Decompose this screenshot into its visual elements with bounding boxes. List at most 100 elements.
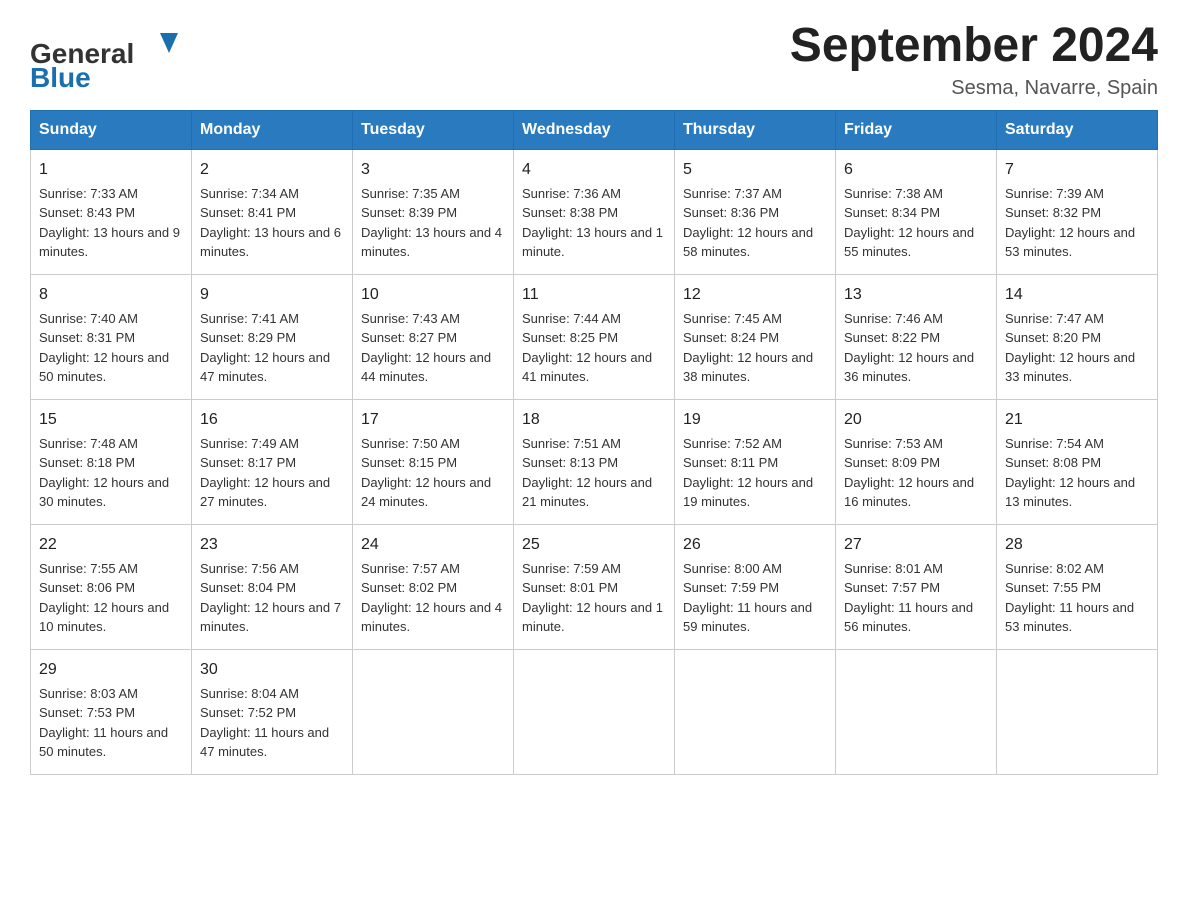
day-number: 23 [200, 533, 344, 557]
day-info: Sunrise: 8:02 AMSunset: 7:55 PMDaylight:… [1005, 559, 1149, 637]
calendar-cell: 16Sunrise: 7:49 AMSunset: 8:17 PMDayligh… [192, 399, 353, 524]
calendar-subtitle: Sesma, Navarre, Spain [790, 77, 1158, 100]
calendar-cell: 5Sunrise: 7:37 AMSunset: 8:36 PMDaylight… [675, 149, 836, 274]
day-number: 27 [844, 533, 988, 557]
day-number: 16 [200, 408, 344, 432]
calendar-week-row: 22Sunrise: 7:55 AMSunset: 8:06 PMDayligh… [31, 524, 1158, 649]
day-info: Sunrise: 7:40 AMSunset: 8:31 PMDaylight:… [39, 309, 183, 387]
day-number: 11 [522, 283, 666, 307]
weekday-header-friday: Friday [836, 110, 997, 149]
day-number: 18 [522, 408, 666, 432]
calendar-cell: 10Sunrise: 7:43 AMSunset: 8:27 PMDayligh… [353, 274, 514, 399]
day-number: 1 [39, 158, 183, 182]
day-info: Sunrise: 7:37 AMSunset: 8:36 PMDaylight:… [683, 184, 827, 262]
weekday-header-monday: Monday [192, 110, 353, 149]
calendar-cell: 20Sunrise: 7:53 AMSunset: 8:09 PMDayligh… [836, 399, 997, 524]
day-number: 22 [39, 533, 183, 557]
weekday-header-row: SundayMondayTuesdayWednesdayThursdayFrid… [31, 110, 1158, 149]
calendar-cell: 22Sunrise: 7:55 AMSunset: 8:06 PMDayligh… [31, 524, 192, 649]
calendar-cell: 29Sunrise: 8:03 AMSunset: 7:53 PMDayligh… [31, 649, 192, 774]
calendar-cell: 14Sunrise: 7:47 AMSunset: 8:20 PMDayligh… [997, 274, 1158, 399]
day-number: 12 [683, 283, 827, 307]
calendar-cell: 9Sunrise: 7:41 AMSunset: 8:29 PMDaylight… [192, 274, 353, 399]
day-info: Sunrise: 7:51 AMSunset: 8:13 PMDaylight:… [522, 434, 666, 512]
day-number: 5 [683, 158, 827, 182]
day-number: 9 [200, 283, 344, 307]
day-info: Sunrise: 7:33 AMSunset: 8:43 PMDaylight:… [39, 184, 183, 262]
calendar-cell: 3Sunrise: 7:35 AMSunset: 8:39 PMDaylight… [353, 149, 514, 274]
day-info: Sunrise: 7:47 AMSunset: 8:20 PMDaylight:… [1005, 309, 1149, 387]
day-number: 3 [361, 158, 505, 182]
calendar-cell: 2Sunrise: 7:34 AMSunset: 8:41 PMDaylight… [192, 149, 353, 274]
weekday-header-thursday: Thursday [675, 110, 836, 149]
calendar-week-row: 29Sunrise: 8:03 AMSunset: 7:53 PMDayligh… [31, 649, 1158, 774]
day-number: 28 [1005, 533, 1149, 557]
title-section: September 2024 Sesma, Navarre, Spain [790, 20, 1158, 100]
calendar-cell: 4Sunrise: 7:36 AMSunset: 8:38 PMDaylight… [514, 149, 675, 274]
day-number: 19 [683, 408, 827, 432]
day-info: Sunrise: 7:39 AMSunset: 8:32 PMDaylight:… [1005, 184, 1149, 262]
day-number: 26 [683, 533, 827, 557]
calendar-cell: 8Sunrise: 7:40 AMSunset: 8:31 PMDaylight… [31, 274, 192, 399]
day-info: Sunrise: 7:57 AMSunset: 8:02 PMDaylight:… [361, 559, 505, 637]
calendar-cell: 19Sunrise: 7:52 AMSunset: 8:11 PMDayligh… [675, 399, 836, 524]
day-info: Sunrise: 7:55 AMSunset: 8:06 PMDaylight:… [39, 559, 183, 637]
calendar-cell: 15Sunrise: 7:48 AMSunset: 8:18 PMDayligh… [31, 399, 192, 524]
logo: General Blue [30, 25, 190, 95]
day-number: 4 [522, 158, 666, 182]
calendar-cell [997, 649, 1158, 774]
day-number: 10 [361, 283, 505, 307]
day-info: Sunrise: 7:34 AMSunset: 8:41 PMDaylight:… [200, 184, 344, 262]
day-number: 17 [361, 408, 505, 432]
calendar-cell: 21Sunrise: 7:54 AMSunset: 8:08 PMDayligh… [997, 399, 1158, 524]
calendar-table: SundayMondayTuesdayWednesdayThursdayFrid… [30, 110, 1158, 775]
day-number: 8 [39, 283, 183, 307]
calendar-cell: 11Sunrise: 7:44 AMSunset: 8:25 PMDayligh… [514, 274, 675, 399]
day-number: 2 [200, 158, 344, 182]
calendar-week-row: 15Sunrise: 7:48 AMSunset: 8:18 PMDayligh… [31, 399, 1158, 524]
day-info: Sunrise: 7:59 AMSunset: 8:01 PMDaylight:… [522, 559, 666, 637]
page-header: General Blue September 2024 Sesma, Navar… [30, 20, 1158, 100]
page-container: General Blue September 2024 Sesma, Navar… [0, 0, 1188, 805]
calendar-week-row: 1Sunrise: 7:33 AMSunset: 8:43 PMDaylight… [31, 149, 1158, 274]
calendar-cell: 23Sunrise: 7:56 AMSunset: 8:04 PMDayligh… [192, 524, 353, 649]
weekday-header-wednesday: Wednesday [514, 110, 675, 149]
day-number: 30 [200, 658, 344, 682]
day-number: 7 [1005, 158, 1149, 182]
day-info: Sunrise: 7:36 AMSunset: 8:38 PMDaylight:… [522, 184, 666, 262]
day-info: Sunrise: 7:49 AMSunset: 8:17 PMDaylight:… [200, 434, 344, 512]
day-number: 21 [1005, 408, 1149, 432]
calendar-title: September 2024 [790, 20, 1158, 73]
day-info: Sunrise: 7:45 AMSunset: 8:24 PMDaylight:… [683, 309, 827, 387]
svg-text:Blue: Blue [30, 62, 91, 93]
day-info: Sunrise: 7:52 AMSunset: 8:11 PMDaylight:… [683, 434, 827, 512]
day-info: Sunrise: 7:48 AMSunset: 8:18 PMDaylight:… [39, 434, 183, 512]
calendar-cell [514, 649, 675, 774]
calendar-cell: 30Sunrise: 8:04 AMSunset: 7:52 PMDayligh… [192, 649, 353, 774]
calendar-cell: 28Sunrise: 8:02 AMSunset: 7:55 PMDayligh… [997, 524, 1158, 649]
day-info: Sunrise: 7:41 AMSunset: 8:29 PMDaylight:… [200, 309, 344, 387]
day-info: Sunrise: 7:44 AMSunset: 8:25 PMDaylight:… [522, 309, 666, 387]
logo-svg: General Blue [30, 25, 190, 95]
calendar-cell [675, 649, 836, 774]
day-number: 29 [39, 658, 183, 682]
day-info: Sunrise: 8:00 AMSunset: 7:59 PMDaylight:… [683, 559, 827, 637]
calendar-cell: 6Sunrise: 7:38 AMSunset: 8:34 PMDaylight… [836, 149, 997, 274]
calendar-cell: 26Sunrise: 8:00 AMSunset: 7:59 PMDayligh… [675, 524, 836, 649]
day-info: Sunrise: 7:56 AMSunset: 8:04 PMDaylight:… [200, 559, 344, 637]
calendar-cell: 24Sunrise: 7:57 AMSunset: 8:02 PMDayligh… [353, 524, 514, 649]
calendar-cell [353, 649, 514, 774]
weekday-header-tuesday: Tuesday [353, 110, 514, 149]
weekday-header-saturday: Saturday [997, 110, 1158, 149]
day-number: 24 [361, 533, 505, 557]
calendar-week-row: 8Sunrise: 7:40 AMSunset: 8:31 PMDaylight… [31, 274, 1158, 399]
day-info: Sunrise: 8:04 AMSunset: 7:52 PMDaylight:… [200, 684, 344, 762]
calendar-cell: 18Sunrise: 7:51 AMSunset: 8:13 PMDayligh… [514, 399, 675, 524]
calendar-cell: 17Sunrise: 7:50 AMSunset: 8:15 PMDayligh… [353, 399, 514, 524]
day-number: 6 [844, 158, 988, 182]
calendar-cell: 12Sunrise: 7:45 AMSunset: 8:24 PMDayligh… [675, 274, 836, 399]
day-info: Sunrise: 7:38 AMSunset: 8:34 PMDaylight:… [844, 184, 988, 262]
day-info: Sunrise: 7:43 AMSunset: 8:27 PMDaylight:… [361, 309, 505, 387]
day-number: 20 [844, 408, 988, 432]
day-info: Sunrise: 7:53 AMSunset: 8:09 PMDaylight:… [844, 434, 988, 512]
